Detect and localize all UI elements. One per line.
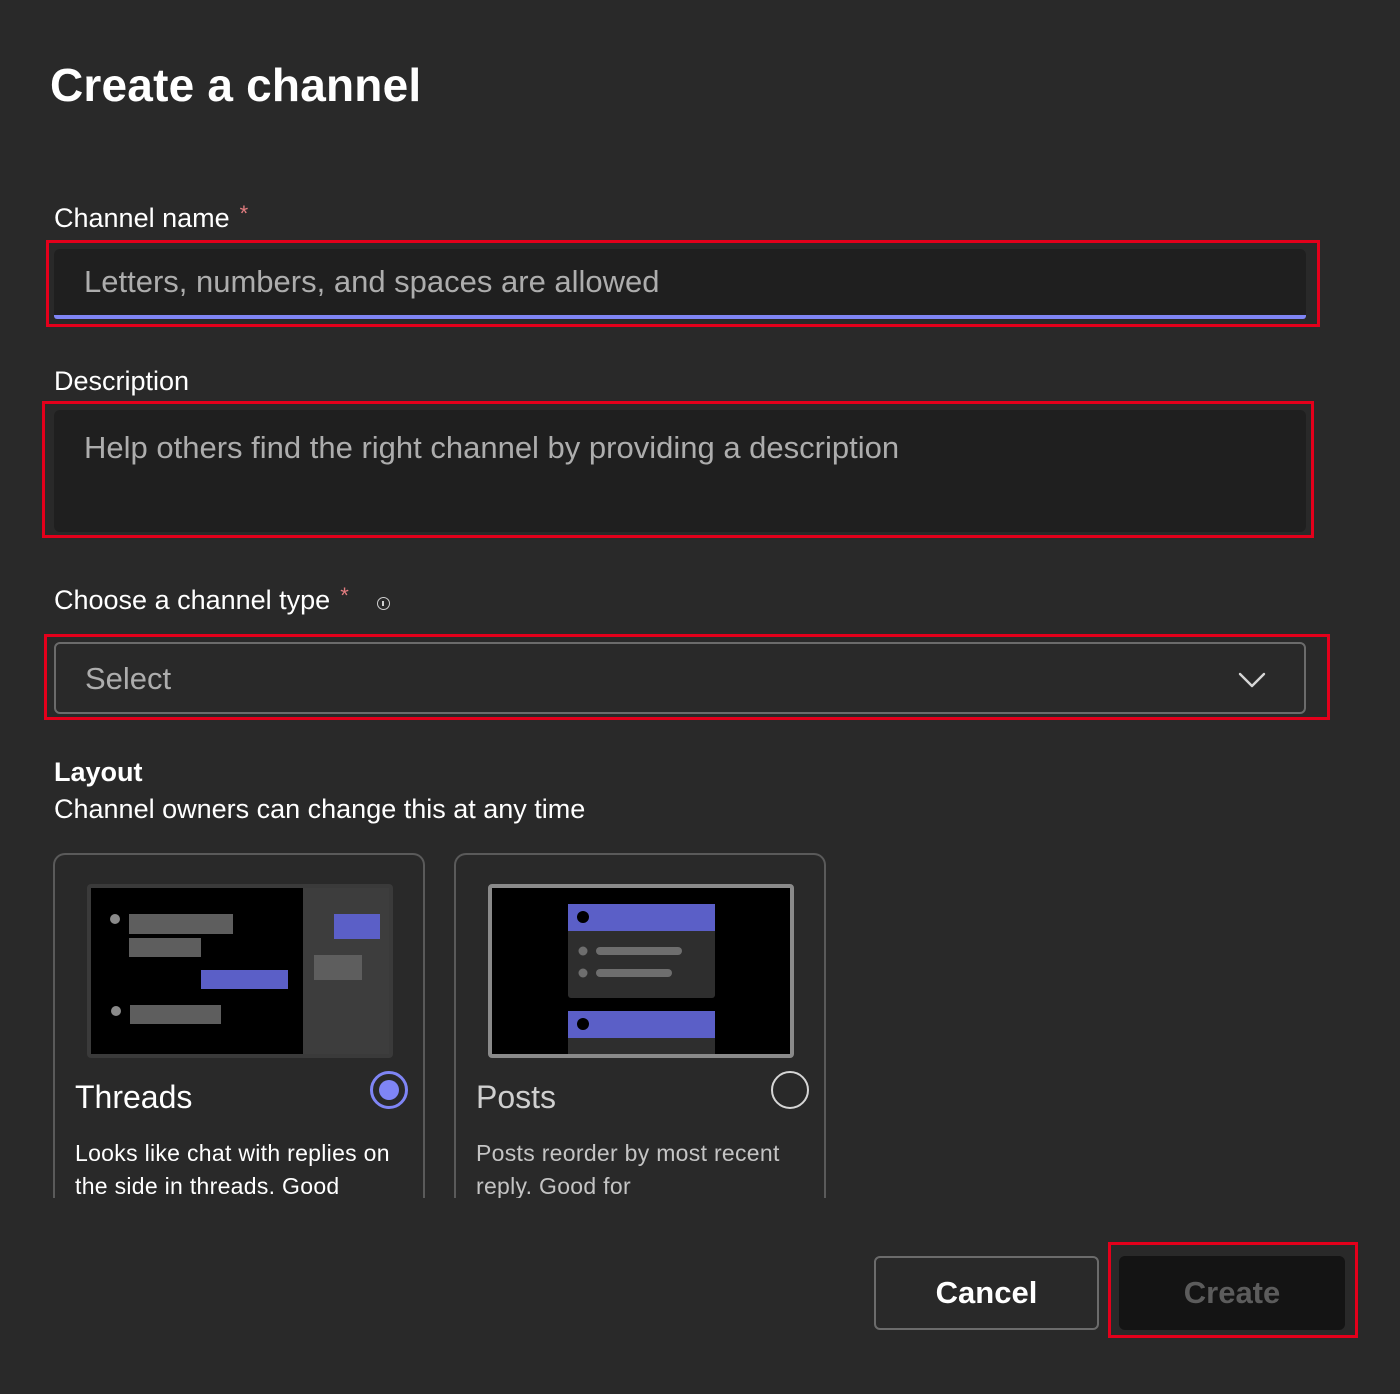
channel-name-label: Channel name * [54,201,249,234]
posts-preview-image [488,884,794,1058]
channel-type-label: Choose a channel type * [54,583,390,616]
create-button-highlight [1108,1242,1358,1338]
threads-preview-image [87,884,393,1058]
layout-subtitle: Channel owners can change this at any ti… [54,794,586,824]
description-label: Description [54,366,190,396]
create-channel-dialog: Create a channel Channel name * Descripti… [0,0,1400,1394]
channel-name-highlight [46,240,1320,327]
dialog-title: Create a channel [50,59,422,111]
posts-option-description: Posts reorder by most recent reply. Good… [476,1140,780,1198]
layout-option-threads[interactable]: Threads Looks like chat with replies on … [53,853,425,1198]
threads-radio-button[interactable] [370,1071,408,1109]
required-asterisk: * [340,583,349,608]
info-icon[interactable] [376,597,390,610]
threads-option-description: Looks like chat with replies on the side… [75,1140,390,1198]
threads-preview-illustration [91,888,389,1054]
required-asterisk: * [239,201,249,226]
channel-type-highlight [44,634,1330,720]
posts-option-name: Posts [476,1079,557,1115]
posts-radio-button[interactable] [771,1071,809,1109]
layout-heading: Layout [54,757,143,787]
layout-option-posts[interactable]: Posts Posts reorder by most recent reply… [454,853,826,1198]
channel-name-label-text: Channel name [54,203,230,233]
posts-preview-illustration [492,888,790,1054]
channel-type-label-text: Choose a channel type [54,585,331,615]
cancel-button[interactable]: Cancel [874,1256,1099,1330]
description-highlight [42,401,1314,538]
threads-option-name: Threads [75,1079,193,1115]
